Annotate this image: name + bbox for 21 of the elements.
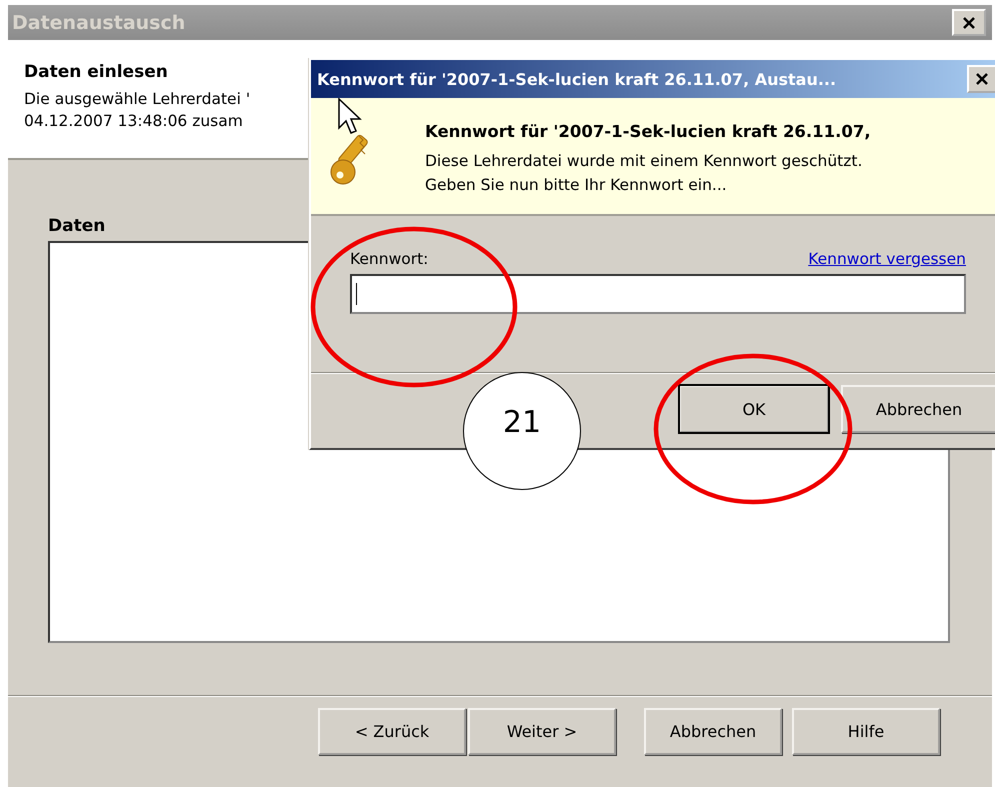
description-text: Die ausgewähle Lehrerdatei ' (24, 89, 250, 110)
next-button[interactable]: Weiter > (468, 708, 616, 755)
section-title: Daten einlesen (24, 62, 168, 82)
ok-button[interactable]: OK (679, 385, 829, 433)
window-title: Datenaustausch (12, 12, 186, 34)
dialog-close-button[interactable] (967, 65, 995, 93)
password-field[interactable] (350, 274, 966, 314)
cancel-button[interactable]: Abbrechen (841, 385, 995, 433)
help-button[interactable]: Hilfe (792, 708, 940, 755)
dialog-heading: Kennwort für '2007-1-Sek-lucien kraft 26.11.07, (425, 122, 871, 141)
dialog-title: Kennwort für '2007-1-Sek-lucien kraft 26.11.07, Austau... (317, 70, 836, 88)
message-text: Diese Lehrerdatei wurde mit einem Kennwort geschützt. (425, 151, 864, 172)
cursor-icon (337, 98, 362, 135)
forgot-password-link[interactable]: Kennwort vergessen (808, 250, 966, 268)
description-text: 04.12.2007 13:48:06 zusam (24, 111, 243, 132)
field-label: Kennwort: (350, 250, 428, 268)
close-button[interactable] (952, 9, 986, 36)
data-label: Daten (48, 216, 106, 236)
cancel-button[interactable]: Abbrechen (644, 708, 782, 755)
back-button[interactable]: < Zurück (318, 708, 466, 755)
message-text: Geben Sie nun bitte Ihr Kennwort ein... (425, 175, 728, 196)
